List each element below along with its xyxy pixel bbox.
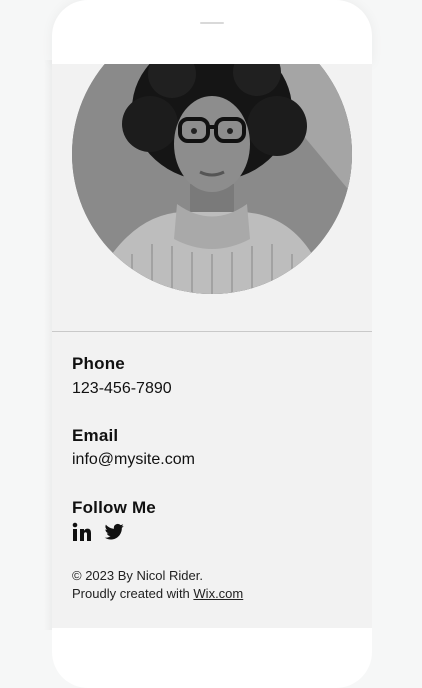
phone-shadow	[44, 60, 52, 630]
twitter-icon[interactable]	[104, 522, 124, 542]
credit-prefix: Proudly created with	[72, 586, 190, 601]
phone-bottom-bezel	[52, 628, 372, 688]
phone-value: 123-456-7890	[72, 380, 172, 397]
phone-label: Phone	[72, 354, 125, 373]
social-links	[72, 522, 124, 542]
email-label: Email	[72, 426, 119, 445]
phone-speaker	[200, 22, 224, 24]
follow-me-label: Follow Me	[72, 498, 156, 517]
profile-photo	[72, 64, 352, 294]
credit-line: Proudly created with Wix.com	[72, 586, 243, 601]
phone-mockup: Phone 123-456-7890 Email info@mysite.com…	[44, 0, 372, 688]
section-divider	[52, 331, 372, 332]
phone-screen: Phone 123-456-7890 Email info@mysite.com…	[52, 64, 372, 628]
email-value[interactable]: info@mysite.com	[72, 451, 195, 469]
copyright-text: © 2023 By Nicol Rider.	[72, 568, 203, 583]
linkedin-icon[interactable]	[72, 522, 92, 542]
phone-top-bezel	[52, 0, 372, 64]
wix-link[interactable]: Wix.com	[193, 586, 243, 601]
